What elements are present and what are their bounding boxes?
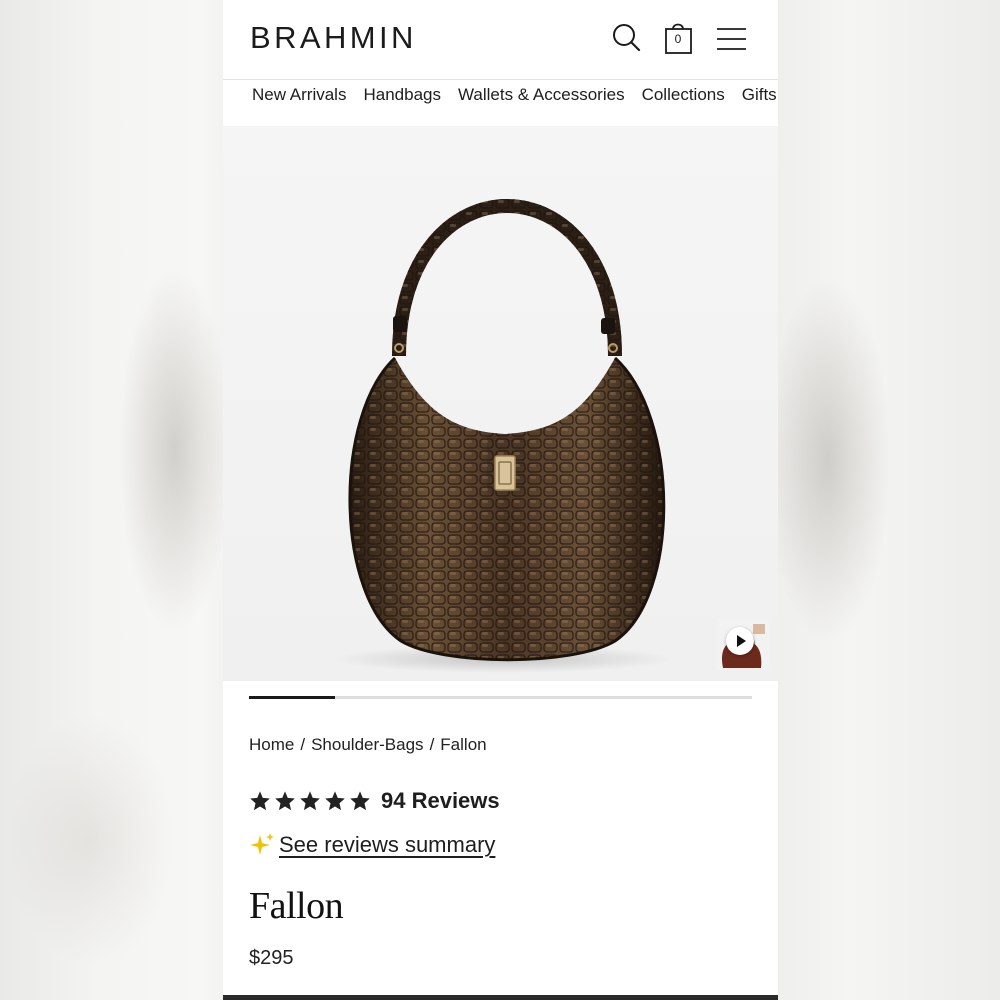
reviews-summary-row: See reviews summary	[249, 832, 495, 858]
star-rating	[249, 791, 374, 811]
breadcrumb: Home / Shoulder-Bags / Fallon	[249, 735, 487, 755]
nav-item-gifts[interactable]: Gifts	[742, 85, 777, 105]
breadcrumb-separator: /	[429, 735, 435, 754]
nav-item-new-arrivals[interactable]: New Arrivals	[252, 85, 346, 105]
hamburger-menu-icon[interactable]	[715, 20, 749, 56]
breadcrumb-current: Fallon	[440, 735, 487, 754]
nav-item-handbags[interactable]: Handbags	[363, 85, 441, 105]
breadcrumb-separator: /	[300, 735, 306, 754]
nav-item-wallets-accessories[interactable]: Wallets & Accessories	[458, 85, 625, 105]
cart-count: 0	[674, 32, 682, 46]
star-icon	[250, 791, 270, 811]
star-icon	[275, 791, 295, 811]
category-nav: New Arrivals Handbags Wallets & Accessorie…	[252, 85, 778, 105]
breadcrumb-home[interactable]: Home	[249, 735, 294, 754]
breadcrumb-shoulder-bags[interactable]: Shoulder-Bags	[311, 735, 423, 754]
star-icon	[350, 791, 370, 811]
gallery-progress-fill	[249, 696, 335, 699]
nav-item-collections[interactable]: Collections	[642, 85, 725, 105]
site-header: BRAHMIN 0	[223, 0, 778, 80]
bottom-action-bar[interactable]	[223, 995, 778, 1000]
see-reviews-summary-link[interactable]: See reviews summary	[279, 832, 495, 858]
reviews-count[interactable]: 94 Reviews	[381, 788, 500, 814]
video-thumbnail[interactable]	[717, 618, 769, 670]
brand-logo[interactable]: BRAHMIN	[250, 20, 417, 56]
shopping-bag-button[interactable]: 0	[663, 20, 697, 56]
play-icon[interactable]	[726, 627, 754, 655]
product-image-gallery[interactable]	[223, 126, 778, 681]
star-icon	[325, 791, 345, 811]
backdrop-left	[0, 0, 223, 1000]
product-price: $295	[249, 947, 294, 969]
gallery-progress-bar	[249, 696, 752, 699]
sparkle-icon	[250, 833, 274, 855]
rating-summary[interactable]: 94 Reviews	[249, 788, 500, 818]
product-title: Fallon	[249, 885, 344, 927]
star-icon	[300, 791, 320, 811]
product-page: BRAHMIN 0 New Arrivals Handbags Wallets & …	[223, 0, 778, 1000]
backdrop-right	[778, 0, 1000, 1000]
search-icon[interactable]	[611, 20, 645, 56]
product-image	[333, 199, 673, 673]
